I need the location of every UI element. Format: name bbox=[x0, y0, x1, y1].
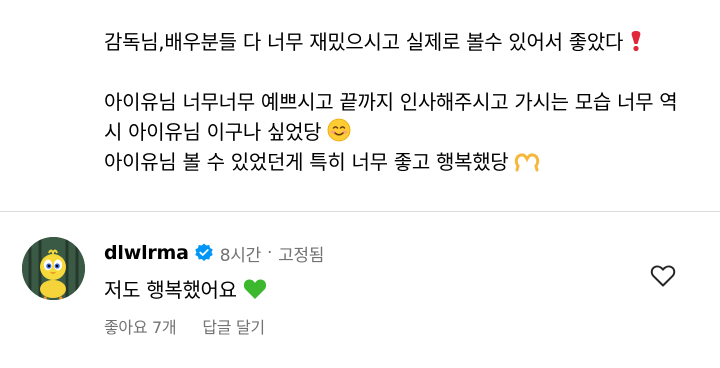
reply-comment-text: 저도 행복했어요 bbox=[104, 278, 237, 302]
timestamp: 8시간 bbox=[219, 245, 262, 266]
green-heart-icon bbox=[243, 278, 267, 308]
meta-separator: · bbox=[266, 243, 273, 263]
comment-text-1: 감독님,배우분들 다 너무 재밌으시고 실제로 볼수 있어서 좋았다 bbox=[104, 30, 624, 54]
reply-comment: 저도 행복했어요 bbox=[104, 275, 267, 308]
parent-comment-line-2: 아이유님 너무너무 예쁘시고 끝까지 인사해주시고 가시는 모습 너무 역시 아… bbox=[104, 87, 694, 150]
comment-actions: 좋아요 7개 답글 달기 bbox=[104, 314, 265, 338]
reply-header: dlwlrma 8시간 · 고정됨 bbox=[104, 239, 324, 267]
like-heart-icon[interactable] bbox=[650, 264, 676, 288]
comment-text-2: 아이유님 너무너무 예쁘시고 끝까지 인사해주시고 가시는 모습 너무 역시 아… bbox=[104, 90, 678, 144]
comment-text-3: 아이유님 볼 수 있었던게 특히 너무 좋고 행복했당 bbox=[104, 150, 509, 174]
heart-hands-icon bbox=[514, 150, 540, 180]
parent-comment-line-1: 감독님,배우분들 다 너무 재밌으시고 실제로 볼수 있어서 좋았다 bbox=[104, 27, 694, 60]
smiling-face-icon bbox=[327, 118, 351, 150]
likes-count-link[interactable]: 좋아요 7개 bbox=[104, 314, 177, 338]
reply-button[interactable]: 답글 달기 bbox=[202, 314, 265, 338]
divider bbox=[0, 211, 720, 212]
verified-badge-icon bbox=[195, 243, 213, 261]
avatar[interactable] bbox=[22, 237, 85, 300]
username-link[interactable]: dlwlrma bbox=[104, 242, 189, 264]
parent-comment-line-3: 아이유님 볼 수 있었던게 특히 너무 좋고 행복했당 bbox=[104, 147, 694, 180]
heavy-exclamation-icon bbox=[629, 30, 643, 60]
pinned-label: 고정됨 bbox=[278, 245, 325, 266]
